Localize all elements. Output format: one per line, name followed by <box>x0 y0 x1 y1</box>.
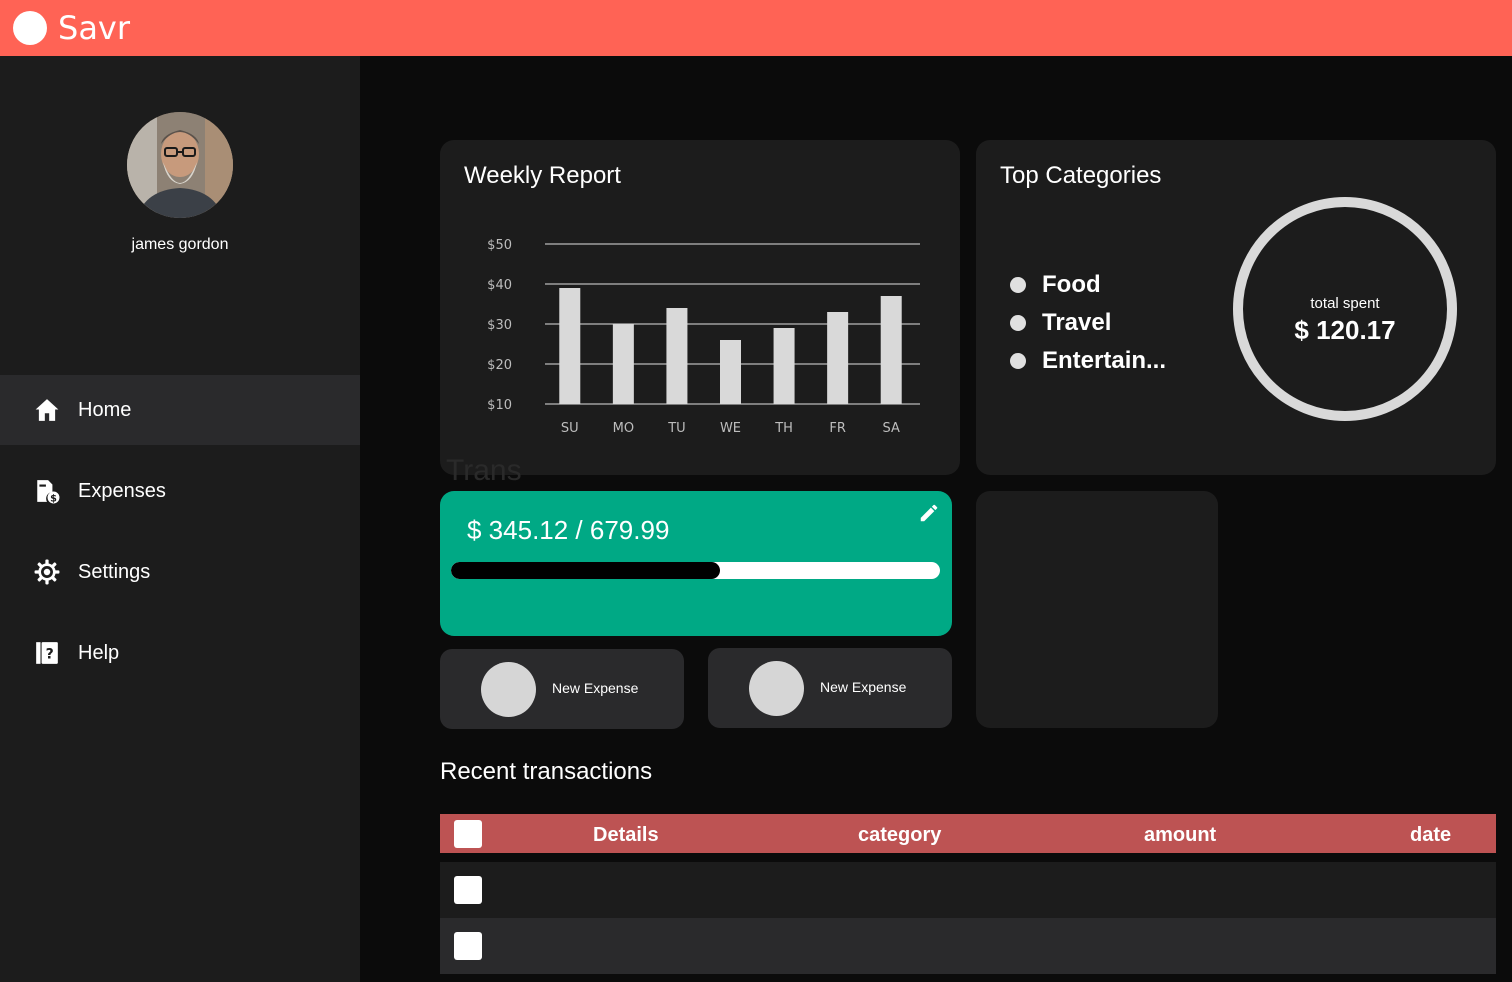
weekly-report-card: Weekly Report $10 $20 $30 $40 $50 SU MO TU WE TH F… <box>440 140 960 475</box>
total-spent-value: $ 120.17 <box>1294 315 1396 345</box>
x-tick-label: FR <box>829 421 846 436</box>
edit-pencil-icon[interactable] <box>918 502 940 524</box>
category-dot-icon <box>1010 353 1026 369</box>
category-list: Food Travel Entertain... <box>1010 266 1166 380</box>
budget-progress-bar <box>451 562 940 579</box>
category-item[interactable]: Travel <box>1010 304 1166 342</box>
top-categories-title: Top Categories <box>1000 162 1162 189</box>
chart-bar[interactable] <box>880 296 902 404</box>
sidebar-item-help[interactable]: ? Help <box>0 618 360 688</box>
category-label: Travel <box>1042 309 1112 336</box>
select-all-checkbox[interactable] <box>454 820 482 848</box>
top-categories-card: Top Categories Food Travel Entertain... … <box>976 140 1496 475</box>
sidebar-item-label: Help <box>78 641 120 664</box>
table-header: Details category amount date <box>440 814 1496 853</box>
budget-amount: $ 345.12 / 679.99 <box>467 515 670 545</box>
sidebar-nav: Home $ Expenses Settings ? Help <box>0 375 360 699</box>
new-expense-button[interactable]: New Expense <box>708 648 952 728</box>
x-tick-label: MO <box>613 421 634 436</box>
category-dot-icon <box>1010 277 1026 293</box>
sidebar-item-label: Home <box>78 398 132 421</box>
top-bar: Savr <box>0 0 1512 56</box>
budget-card: $ 345.12 / 679.99 <box>440 491 952 636</box>
expenses-icon: $ <box>34 478 60 504</box>
svg-text:?: ? <box>46 646 54 662</box>
weekly-bar-chart: $10 $20 $30 $40 $50 SU MO TU WE TH FR SA <box>487 238 920 436</box>
home-icon <box>34 397 60 423</box>
gear-icon <box>34 559 60 585</box>
new-expense-icon <box>749 661 804 716</box>
app-logo[interactable] <box>13 11 47 45</box>
chart-bar[interactable] <box>827 312 849 404</box>
sidebar-item-expenses[interactable]: $ Expenses <box>0 456 360 526</box>
recent-transactions-title: Recent transactions <box>440 758 653 785</box>
table-row[interactable] <box>440 862 1496 918</box>
sidebar-item-settings[interactable]: Settings <box>0 537 360 607</box>
x-tick-label: TU <box>667 421 685 436</box>
column-header-details[interactable]: Details <box>593 824 659 847</box>
help-icon: ? <box>34 640 60 666</box>
new-expense-button[interactable]: New Expense <box>440 649 684 729</box>
transactions-table: Details category amount date <box>440 814 1496 974</box>
new-expense-label: New Expense <box>820 679 907 695</box>
category-item[interactable]: Entertain... <box>1010 342 1166 380</box>
new-expense-icon <box>481 662 536 717</box>
y-tick-label: $10 <box>487 398 512 413</box>
y-tick-label: $40 <box>487 278 512 293</box>
chart-bar[interactable] <box>773 328 795 404</box>
avatar[interactable] <box>127 112 233 218</box>
column-header-category[interactable]: category <box>858 824 941 847</box>
category-label: Food <box>1042 271 1101 298</box>
table-row[interactable] <box>440 918 1496 974</box>
y-tick-label: $30 <box>487 318 512 333</box>
sidebar-item-home[interactable]: Home <box>0 375 360 445</box>
username: james gordon <box>131 236 229 253</box>
app-title: Savr <box>58 9 131 47</box>
empty-card <box>976 491 1218 728</box>
budget-progress-fill <box>451 562 720 579</box>
y-tick-label: $20 <box>487 358 512 373</box>
sidebar-item-label: Settings <box>78 560 151 583</box>
svg-text:$: $ <box>50 493 57 504</box>
category-item[interactable]: Food <box>1010 266 1166 304</box>
column-header-date[interactable]: date <box>1410 824 1451 847</box>
y-tick-label: $50 <box>487 238 512 253</box>
category-dot-icon <box>1010 315 1026 331</box>
sidebar: james gordon Home $ Expenses Settings ? … <box>0 56 360 982</box>
row-checkbox[interactable] <box>454 876 482 904</box>
category-label: Entertain... <box>1042 347 1167 374</box>
x-tick-label: WE <box>720 421 741 436</box>
chart-bar[interactable] <box>612 324 634 404</box>
chart-bar[interactable] <box>666 308 688 404</box>
row-checkbox[interactable] <box>454 932 482 960</box>
column-header-amount[interactable]: amount <box>1144 824 1216 847</box>
transactions-ghost-label: Trans <box>446 454 522 487</box>
chart-bar[interactable] <box>720 340 741 404</box>
x-tick-label: SU <box>561 421 579 436</box>
x-tick-label: SA <box>883 421 900 436</box>
total-spent-ring: total spent $ 120.17 <box>1233 197 1457 421</box>
avatar-image <box>127 112 233 218</box>
sidebar-item-label: Expenses <box>78 479 166 502</box>
new-expense-label: New Expense <box>552 680 639 696</box>
chart-bar[interactable] <box>559 288 581 404</box>
x-tick-label: TH <box>774 421 793 436</box>
total-spent-caption: total spent <box>1310 295 1380 312</box>
